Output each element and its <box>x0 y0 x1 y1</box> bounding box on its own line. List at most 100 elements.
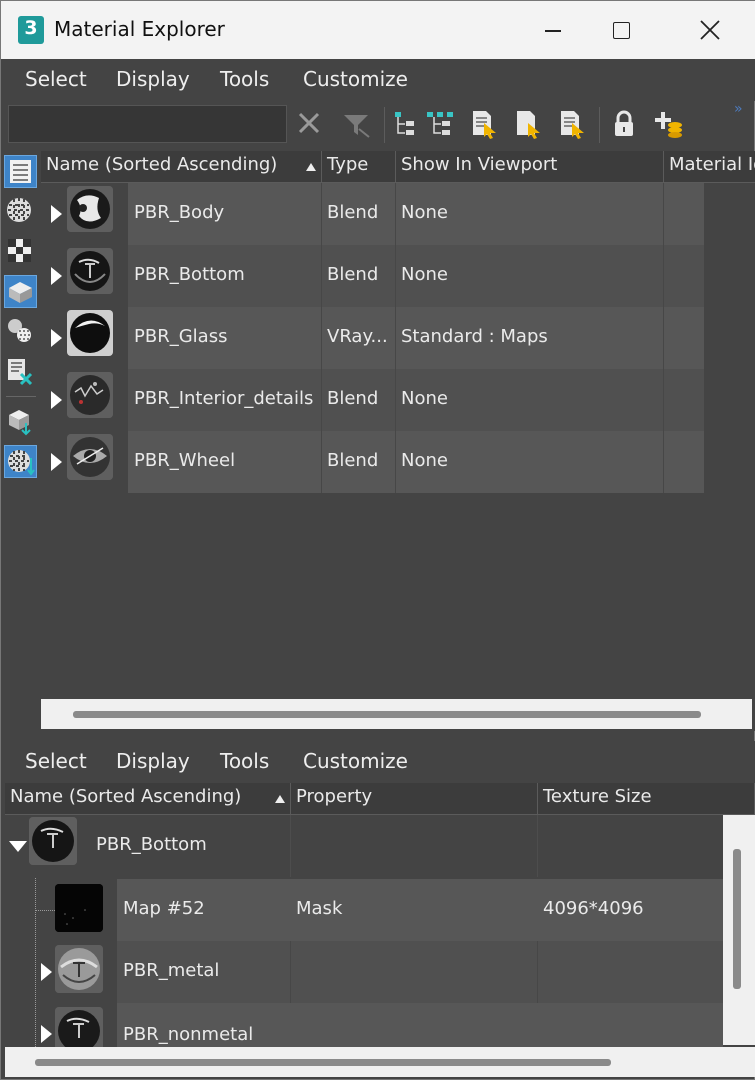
menu-tools[interactable]: Tools <box>220 67 269 91</box>
collapse-all-icon[interactable] <box>425 109 455 139</box>
material-thumbnail <box>67 186 113 232</box>
table-row[interactable]: PBR_Bottom Blend None <box>41 245 755 307</box>
clear-search-icon[interactable] <box>295 109 325 139</box>
expand-arrow-icon[interactable] <box>41 1025 52 1043</box>
material-thumbnail <box>67 372 113 418</box>
lock-icon[interactable] <box>609 109 639 139</box>
scrollbar-thumb[interactable] <box>73 711 701 718</box>
close-icon <box>700 20 720 40</box>
material-type: Blend <box>327 388 379 409</box>
show-in-viewport[interactable]: None <box>401 450 448 471</box>
expand-arrow-icon[interactable] <box>51 391 62 409</box>
tree-row[interactable]: PBR_Bottom <box>5 815 723 877</box>
add-material-icon[interactable] <box>653 109 683 139</box>
column-header-show-in-viewport[interactable]: Show In Viewport <box>396 151 664 183</box>
material-name: PBR_Interior_details <box>134 388 314 409</box>
column-header-type[interactable]: Type <box>322 151 396 183</box>
title-bar[interactable]: 3 Material Explorer <box>1 1 755 59</box>
expand-arrow-icon[interactable] <box>41 963 52 981</box>
expand-arrow-icon[interactable] <box>51 267 62 285</box>
toolbar-separator <box>599 107 600 143</box>
expand-arrow-icon[interactable] <box>51 453 62 471</box>
sort-ascending-icon <box>275 795 285 803</box>
table-row[interactable]: PBR_Glass VRay... Standard : Maps <box>41 307 755 369</box>
material-type: Blend <box>327 264 379 285</box>
material-thumbnail <box>67 310 113 356</box>
display-materials-icon[interactable] <box>4 155 37 188</box>
menu-customize[interactable]: Customize <box>303 749 408 773</box>
show-in-viewport[interactable]: None <box>401 388 448 409</box>
tree-item-property: Mask <box>296 898 343 919</box>
toolbar: » <box>1 101 755 151</box>
material-type: Blend <box>327 202 379 223</box>
minimize-button[interactable] <box>539 15 569 45</box>
material-type: VRay... <box>327 326 388 347</box>
display-maps-icon[interactable] <box>4 195 37 228</box>
tree-row[interactable]: PBR_nonmetal <box>5 1003 723 1047</box>
show-in-viewport[interactable]: Standard : Maps <box>401 326 548 347</box>
table-row[interactable]: PBR_Wheel Blend None <box>41 431 755 493</box>
toolbar-separator <box>384 107 385 143</box>
material-thumbnail <box>55 945 103 993</box>
menu-tools[interactable]: Tools <box>220 749 269 773</box>
material-type: Blend <box>327 450 379 471</box>
column-header-texture-size[interactable]: Texture Size <box>538 783 755 815</box>
sort-ascending-icon <box>306 163 316 171</box>
maximize-button[interactable] <box>607 15 637 45</box>
material-override-icon[interactable] <box>4 445 37 478</box>
column-header-material-id[interactable]: Material Id <box>664 151 755 183</box>
select-all-icon[interactable] <box>513 109 543 139</box>
menu-customize[interactable]: Customize <box>303 67 408 91</box>
collapse-arrow-icon[interactable] <box>9 841 27 852</box>
material-thumbnail <box>29 817 77 865</box>
table-header: Name (Sorted Ascending) Property Texture… <box>5 783 755 815</box>
menu-display[interactable]: Display <box>116 67 190 91</box>
close-button[interactable] <box>695 15 725 45</box>
expand-all-icon[interactable] <box>391 109 421 139</box>
sync-icon[interactable] <box>557 109 587 139</box>
display-objects-icon[interactable] <box>4 275 37 308</box>
scrollbar-thumb[interactable] <box>733 849 741 989</box>
filter-icon[interactable] <box>341 109 371 139</box>
window-title: Material Explorer <box>54 17 225 41</box>
horizontal-scrollbar[interactable] <box>41 699 752 729</box>
app-icon: 3 <box>18 16 44 44</box>
expand-arrow-icon[interactable] <box>51 205 62 223</box>
sub-materials-icon[interactable] <box>4 315 37 348</box>
unused-maps-icon[interactable] <box>4 355 37 388</box>
horizontal-scrollbar[interactable] <box>5 1047 723 1077</box>
tree-row[interactable]: Map #52 Mask 4096*4096 <box>5 879 723 941</box>
left-toolbar-separator <box>6 396 36 397</box>
material-explorer-window: 3 Material Explorer Select Display Tools… <box>0 0 755 1080</box>
column-header-name[interactable]: Name (Sorted Ascending) <box>41 151 322 183</box>
checker-maps-icon[interactable] <box>4 235 37 268</box>
menu-display[interactable]: Display <box>116 749 190 773</box>
tree-item-texture-size: 4096*4096 <box>543 898 644 919</box>
table-row[interactable]: PBR_Interior_details Blend None <box>41 369 755 431</box>
menu-select[interactable]: Select <box>25 749 87 773</box>
top-menu-bar: Select Display Tools Customize <box>1 59 755 101</box>
search-input[interactable] <box>8 105 287 143</box>
tree-row[interactable]: PBR_metal <box>5 941 723 1003</box>
tree-item-name: PBR_Bottom <box>96 834 207 855</box>
scene-materials-icon[interactable] <box>4 405 37 438</box>
material-list: Name (Sorted Ascending) Type Show In Vie… <box>41 151 755 731</box>
menu-select[interactable]: Select <box>25 67 87 91</box>
column-header-property[interactable]: Property <box>291 783 538 815</box>
toolbar-overflow-icon[interactable]: » <box>734 101 743 117</box>
tree-line <box>35 910 55 911</box>
material-name: PBR_Glass <box>134 326 228 347</box>
scrollbar-thumb[interactable] <box>35 1059 611 1066</box>
table-row[interactable]: PBR_Body Blend None <box>41 183 755 245</box>
expand-arrow-icon[interactable] <box>51 329 62 347</box>
tree-item-name: PBR_metal <box>123 960 220 981</box>
tree-item-name: PBR_nonmetal <box>123 1024 254 1045</box>
select-objects-icon[interactable] <box>469 109 499 139</box>
column-header-name[interactable]: Name (Sorted Ascending) <box>5 783 291 815</box>
show-in-viewport[interactable]: None <box>401 264 448 285</box>
vertical-scrollbar[interactable] <box>723 815 755 1045</box>
show-in-viewport[interactable]: None <box>401 202 448 223</box>
material-name: PBR_Bottom <box>134 264 245 285</box>
material-detail-tree: Name (Sorted Ascending) Property Texture… <box>5 783 755 1077</box>
table-header: Name (Sorted Ascending) Type Show In Vie… <box>41 151 755 183</box>
